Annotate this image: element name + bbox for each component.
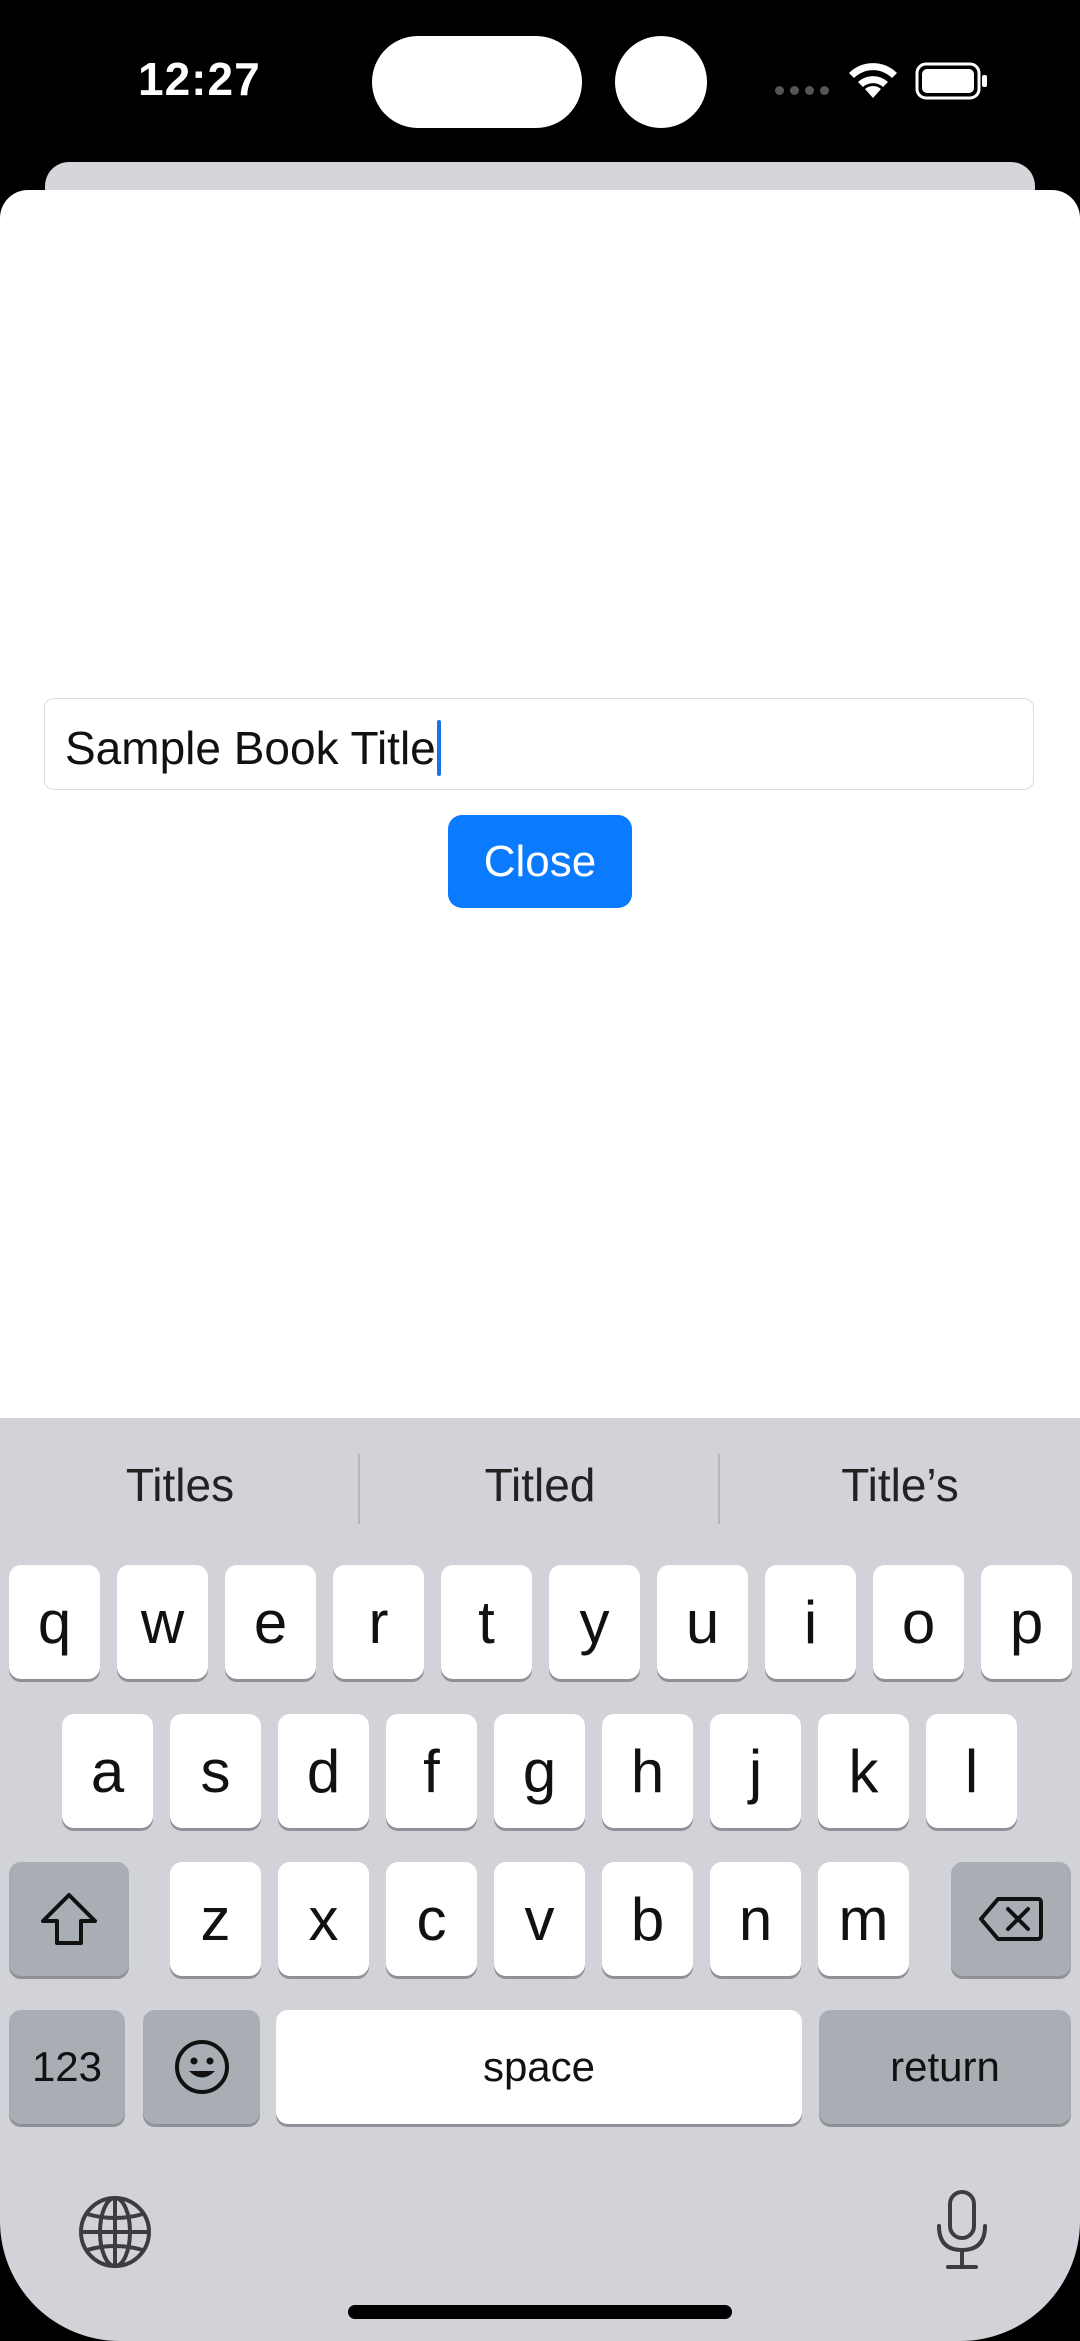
suggestion-divider [358,1454,360,1524]
key-c[interactable]: c [386,1862,477,1976]
key-g[interactable]: g [494,1714,585,1828]
emoji-icon [174,2040,229,2094]
key-f[interactable]: f [386,1714,477,1828]
key-n[interactable]: n [710,1862,801,1976]
keyboard: Titles Titled Title’s q w e r t y u i o … [0,1418,1080,2341]
key-x[interactable]: x [278,1862,369,1976]
key-k[interactable]: k [818,1714,909,1828]
suggestion-divider [718,1454,720,1524]
key-y[interactable]: y [549,1565,640,1679]
space-key[interactable]: space [276,2010,802,2124]
camera-cutout [615,36,707,128]
book-title-input[interactable]: Sample Book Title [44,698,1034,790]
globe-icon[interactable] [77,2194,153,2270]
key-u[interactable]: u [657,1565,748,1679]
suggestion-3[interactable]: Title’s [730,1458,1070,1512]
emoji-key[interactable] [143,2010,260,2124]
key-j[interactable]: j [710,1714,801,1828]
key-d[interactable]: d [278,1714,369,1828]
key-a[interactable]: a [62,1714,153,1828]
key-l[interactable]: l [926,1714,1017,1828]
key-r[interactable]: r [333,1565,424,1679]
shift-icon [41,1893,97,1945]
key-t[interactable]: t [441,1565,532,1679]
suggestion-bar: Titles Titled Title’s [0,1418,1080,1560]
text-cursor [436,719,441,776]
phone-screen: 12:27 Sample Book Title Close Titles Tit… [0,0,1080,2341]
return-key[interactable]: return [819,2010,1071,2124]
book-title-value: Sample Book Title [65,722,436,774]
key-v[interactable]: v [494,1862,585,1976]
status-time: 12:27 [138,53,261,105]
backspace-key[interactable] [951,1862,1071,1976]
key-h[interactable]: h [602,1714,693,1828]
shift-key[interactable] [9,1862,129,1976]
key-e[interactable]: e [225,1565,316,1679]
backspace-icon [979,1897,1043,1941]
key-w[interactable]: w [117,1565,208,1679]
key-b[interactable]: b [602,1862,693,1976]
modal-sheet [0,190,1080,1420]
key-p[interactable]: p [981,1565,1072,1679]
battery-icon [915,62,987,100]
wifi-icon [849,63,897,98]
cellular-signal-icon [775,86,829,95]
microphone-icon[interactable] [932,2188,992,2272]
numbers-key[interactable]: 123 [9,2010,125,2124]
key-q[interactable]: q [9,1565,100,1679]
key-s[interactable]: s [170,1714,261,1828]
key-o[interactable]: o [873,1565,964,1679]
home-indicator[interactable] [348,2305,732,2319]
key-i[interactable]: i [765,1565,856,1679]
dynamic-island [372,36,582,128]
key-z[interactable]: z [170,1862,261,1976]
key-m[interactable]: m [818,1862,909,1976]
close-button[interactable]: Close [448,815,632,908]
suggestion-2[interactable]: Titled [370,1458,710,1512]
suggestion-1[interactable]: Titles [10,1458,350,1512]
